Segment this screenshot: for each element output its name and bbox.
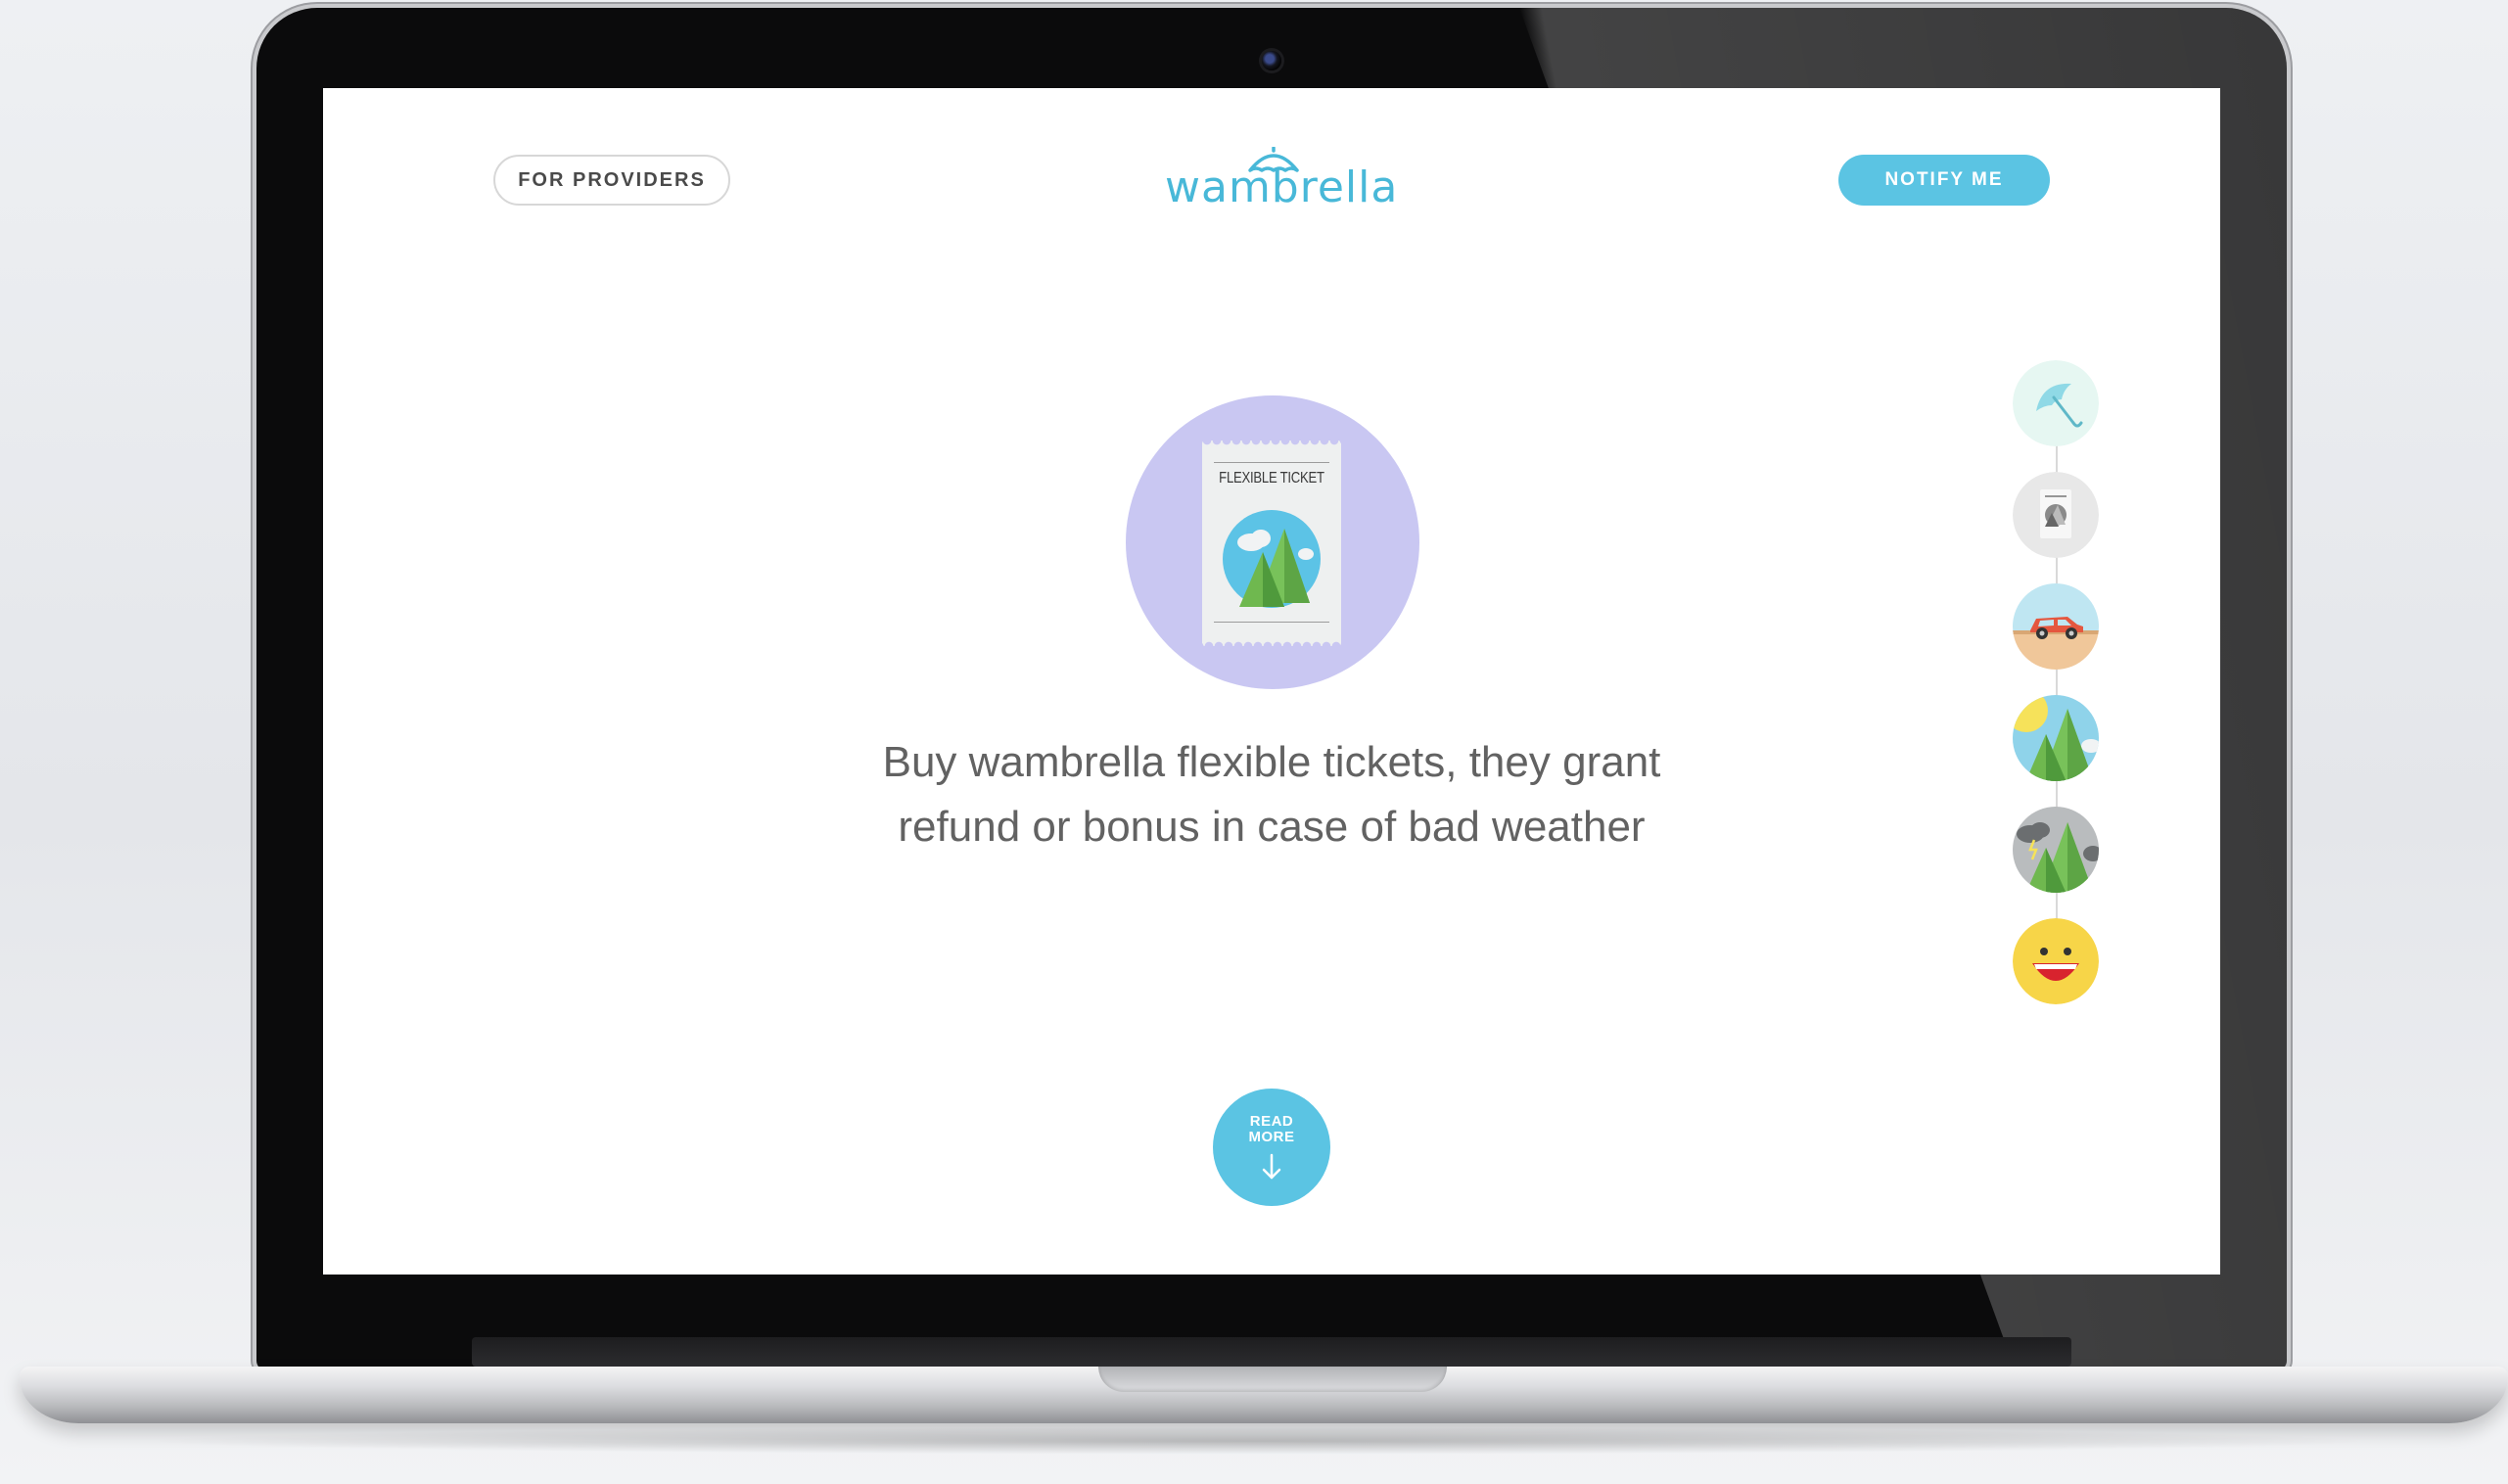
step-navigation [2013,360,2101,1006]
ticket-icon: FLEXIBLE TICKET [1202,441,1341,646]
ticket-divider [1214,462,1329,463]
read-more-line-1: READ [1249,1113,1294,1130]
hero-tagline: Buy wambrella flexible tickets, they gra… [782,730,1761,859]
step-umbrella[interactable] [2013,360,2099,446]
tagline-line-1: Buy wambrella flexible tickets, they gra… [882,738,1661,786]
ticket-perforation-bottom [1202,636,1341,646]
laptop-shadow [137,1427,2379,1455]
ticket-perforation-top [1202,441,1341,450]
read-more-label: READ MORE [1213,1114,1330,1145]
flexible-ticket-illustration: FLEXIBLE TICKET [1126,395,1419,689]
car-icon [2013,583,2099,670]
camera-icon [1262,51,1281,70]
step-sunny-mountains[interactable] [2013,695,2099,781]
for-providers-button[interactable]: FOR PROVIDERS [493,155,730,206]
website-screen: FOR PROVIDERS wambrella NOTIFY ME FLEXIB… [323,88,2220,1275]
ticket-icon [2013,472,2099,558]
notify-me-button[interactable]: NOTIFY ME [1838,155,2050,206]
step-happy-face[interactable] [2013,918,2099,1004]
smiley-icon [2013,918,2099,1004]
logo-text: wambrella [1165,162,1399,212]
ticket-divider [1214,622,1329,623]
ticket-label: FLEXIBLE TICKET [1219,470,1324,487]
step-ticket[interactable] [2013,472,2099,558]
laptop-hinge [472,1337,2071,1367]
read-more-line-2: MORE [1248,1129,1295,1145]
step-stormy-mountains[interactable] [2013,807,2099,893]
stormy-mountains-icon [2013,807,2099,893]
sunny-mountains-icon [2013,695,2099,781]
laptop-notch [1098,1367,1447,1392]
umbrella-icon [2013,360,2099,446]
tagline-line-2: refund or bonus in case of bad weather [898,803,1646,851]
read-more-button[interactable]: READ MORE [1213,1089,1330,1206]
wambrella-logo[interactable]: wambrella [1155,147,1399,215]
step-car[interactable] [2013,583,2099,670]
arrow-down-icon [1262,1153,1281,1180]
ticket-landscape-icon [1222,509,1322,614]
